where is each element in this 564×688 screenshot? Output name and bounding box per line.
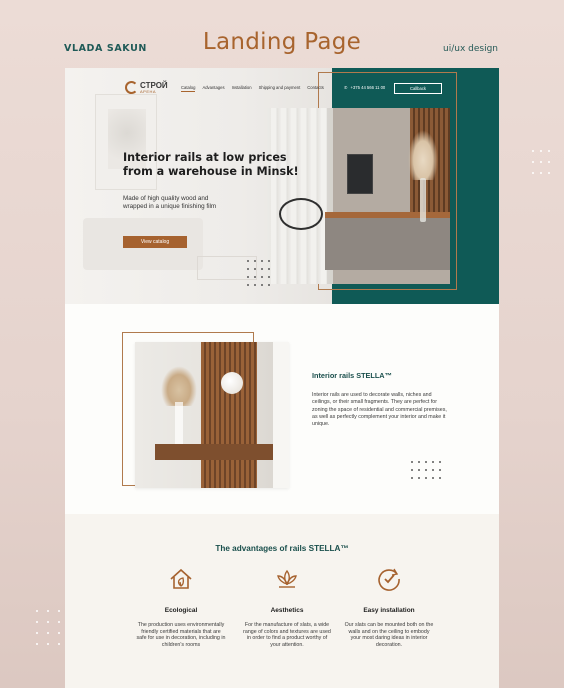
eco-house-icon — [170, 568, 192, 589]
hero-dots — [247, 260, 270, 286]
about-title: Interior rails STELLA™ — [312, 371, 392, 380]
hero-photo — [267, 108, 450, 284]
landing-mockup: СТРОЙ АРЕНА Catalog Advantages Installat… — [65, 68, 499, 688]
decor-dots-right — [532, 150, 550, 174]
advantage-item: Aesthetics For the manufacture of slats,… — [242, 566, 332, 649]
about-description: Interior rails are used to decorate wall… — [312, 392, 447, 428]
site-logo[interactable]: СТРОЙ АРЕНА — [125, 81, 168, 94]
tv — [347, 154, 373, 194]
logo-mark-icon — [125, 81, 138, 94]
nav-shipping[interactable]: Shipping and payment — [259, 85, 301, 92]
hero-title: Interior rails at low prices from a ware… — [123, 151, 299, 178]
about-photo — [135, 342, 289, 488]
advantage-text: The production uses environmentally frie… — [136, 622, 226, 649]
nav-advantages[interactable]: Advantages — [202, 85, 224, 92]
tv-console — [325, 212, 450, 270]
tag-label: ui/ux design — [443, 44, 498, 54]
pampas-grass — [408, 130, 438, 180]
nav-installation[interactable]: Installation — [232, 85, 252, 92]
about-dots — [411, 461, 441, 479]
nav-catalog[interactable]: Catalog — [181, 85, 196, 92]
advantage-name: Easy installation — [363, 607, 415, 614]
phone-number: +375 44 566 11 00 — [350, 85, 386, 90]
hero-section: СТРОЙ АРЕНА Catalog Advantages Installat… — [65, 68, 499, 304]
pendant-lamp — [221, 372, 243, 394]
pampas-grass — [161, 366, 197, 406]
advantage-name: Aesthetics — [270, 607, 304, 614]
white-panel — [273, 342, 289, 488]
site-nav: СТРОЙ АРЕНА Catalog Advantages Installat… — [65, 68, 332, 108]
logo-name: СТРОЙ — [140, 80, 168, 90]
wood-shelf — [155, 444, 273, 460]
phone-link[interactable]: ✆ +375 44 566 11 00 — [344, 85, 385, 90]
advantage-text: For the manufacture of slats, a wide ran… — [243, 622, 331, 649]
advantage-name: Ecological — [164, 607, 198, 614]
phone-icon: ✆ — [344, 85, 348, 90]
nav-links: Catalog Advantages Installation Shipping… — [181, 85, 324, 92]
callback-button[interactable]: Callback — [394, 83, 442, 94]
lotus-icon — [277, 569, 297, 588]
advantages-section: The advantages of rails STELLA™ Ecologic… — [65, 514, 499, 688]
advantage-item: Easy installation Our slats can be mount… — [344, 566, 434, 649]
wood-slats — [201, 342, 257, 488]
hero-description: Made of high quality wood and wrapped in… — [123, 195, 217, 210]
chair — [279, 198, 323, 230]
nav-contacts[interactable]: Contacts — [307, 85, 324, 92]
advantages-title: The advantages of rails STELLA™ — [215, 544, 349, 553]
advantage-text: Our slats can be mounted both on the wal… — [344, 622, 434, 649]
view-catalog-button[interactable]: View catalog — [123, 236, 187, 248]
curtain — [271, 108, 327, 284]
vase — [420, 178, 426, 222]
advantage-item: Ecological The production uses environme… — [136, 566, 226, 649]
clock-check-icon — [378, 568, 400, 591]
vase — [175, 402, 183, 446]
